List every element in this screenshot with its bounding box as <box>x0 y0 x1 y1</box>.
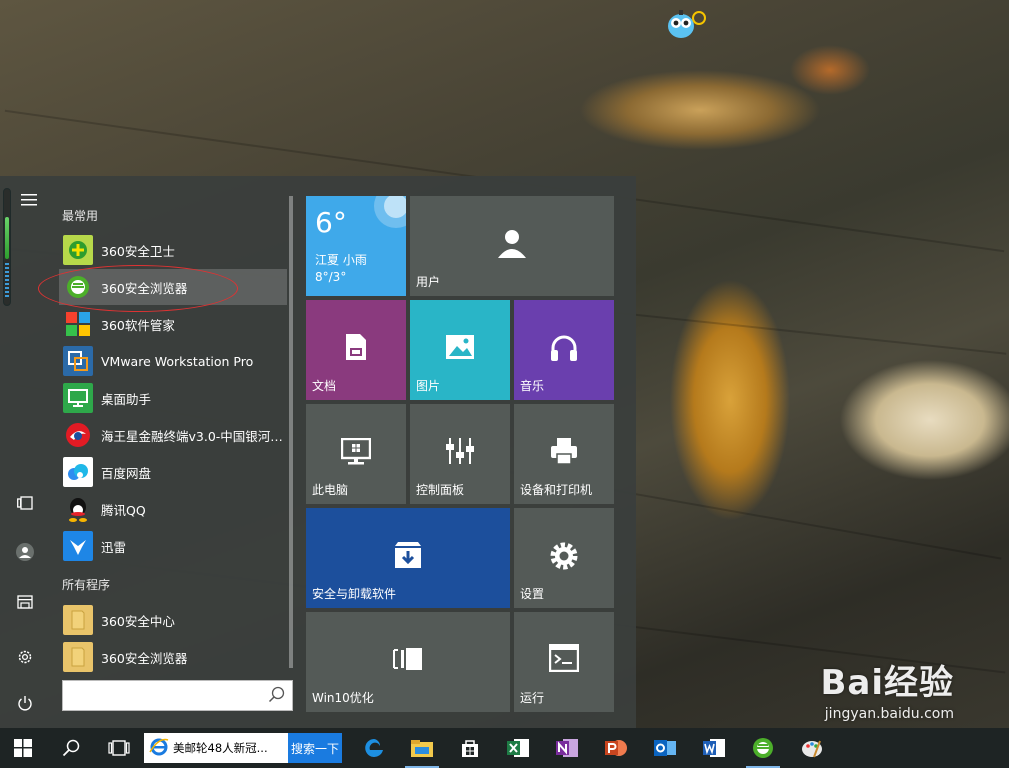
app-xunlei[interactable]: 迅雷 <box>59 528 287 564</box>
tile-pictures[interactable]: 图片 <box>410 300 510 400</box>
settings-gear-icon[interactable] <box>0 637 50 677</box>
start-search-input[interactable] <box>69 685 259 707</box>
weather-temp: 6° <box>315 206 347 239</box>
store-icon[interactable] <box>447 728 493 768</box>
sliders-icon <box>410 436 510 466</box>
file-explorer-icon[interactable] <box>0 582 50 622</box>
windows-logo-icon <box>14 739 32 757</box>
search-icon[interactable] <box>268 686 286 707</box>
folder-icon <box>63 642 93 672</box>
app-vmware-workstation[interactable]: VMware Workstation Pro <box>59 343 287 379</box>
picture-icon <box>410 334 510 360</box>
document-icon <box>306 332 406 362</box>
baidu-jingyan-watermark: Bai经验 jingyan.baidu.com <box>820 655 954 722</box>
power-icon[interactable] <box>0 683 50 723</box>
tile-win10-optimize[interactable]: Win10优化 <box>306 612 510 712</box>
start-menu: 最常用 360安全卫士 360安全浏览器 360软件管家 VMware Work… <box>0 176 636 728</box>
headphones-icon <box>514 334 614 362</box>
qq-icon <box>63 494 93 524</box>
taskbar: 美邮轮48人新冠... 搜索一下 <box>0 728 1009 768</box>
tile-control-panel[interactable]: 控制面板 <box>410 404 510 504</box>
tile-settings[interactable]: 设置 <box>514 508 614 608</box>
360-software-manager-icon <box>63 309 93 339</box>
taskbar-search-query[interactable]: 美邮轮48人新冠... <box>173 740 273 756</box>
excel-icon[interactable] <box>495 728 541 768</box>
360-safeguard-icon <box>63 235 93 265</box>
app-360-safeguard[interactable]: 360安全卫士 <box>59 232 287 268</box>
tile-this-pc[interactable]: 此电脑 <box>306 404 406 504</box>
vmware-icon <box>63 346 93 376</box>
word-icon[interactable] <box>691 728 737 768</box>
all-programs-heading: 所有程序 <box>62 578 111 592</box>
app-baidu-netdisk[interactable]: 百度网盘 <box>59 454 287 490</box>
ie-icon <box>149 737 169 760</box>
tile-devices-printers[interactable]: 设备和打印机 <box>514 404 614 504</box>
taskbar-browser-search[interactable]: 美邮轮48人新冠... 搜索一下 <box>144 733 342 763</box>
start-button[interactable] <box>0 728 46 768</box>
onenote-icon[interactable] <box>544 728 590 768</box>
tablet-mode-icon[interactable] <box>0 483 50 523</box>
program-360-security-center[interactable]: 360安全中心 <box>59 602 287 638</box>
highlight-annotation-ellipse <box>38 265 238 312</box>
program-360-browser-folder[interactable]: 360安全浏览器 <box>59 639 287 675</box>
tile-weather[interactable]: 6° 江夏 小雨 8°/3° <box>306 196 406 296</box>
most-used-heading: 最常用 <box>62 209 99 223</box>
computer-icon <box>306 438 406 466</box>
weather-condition: 小雨 <box>342 253 367 267</box>
app-tencent-qq[interactable]: 腾讯QQ <box>59 491 287 527</box>
desktop-mascot-icon <box>667 8 707 40</box>
tile-run[interactable]: 运行 <box>514 612 614 712</box>
app-list-scrollbar[interactable] <box>289 196 293 668</box>
task-view-icon[interactable] <box>96 728 142 768</box>
app-360-software-manager[interactable]: 360软件管家 <box>59 306 287 342</box>
desktop-assistant-icon <box>63 383 93 413</box>
tile-user[interactable]: 用户 <box>410 196 614 296</box>
360-browser-taskbar-icon[interactable] <box>740 728 786 768</box>
start-rail <box>0 176 50 728</box>
hamburger-menu-icon[interactable] <box>4 180 54 220</box>
xunlei-icon <box>63 531 93 561</box>
taskbar-search-button[interactable]: 搜索一下 <box>288 733 342 763</box>
tile-documents[interactable]: 文档 <box>306 300 406 400</box>
folder-icon <box>63 605 93 635</box>
start-search-box[interactable] <box>62 680 293 711</box>
weather-range: 8°/3° <box>315 270 347 284</box>
tile-uninstall-software[interactable]: 安全与卸载软件 <box>306 508 510 608</box>
user-icon <box>410 228 614 258</box>
watermark-url: jingyan.baidu.com <box>824 706 954 722</box>
app-list: 最常用 360安全卫士 360安全浏览器 360软件管家 VMware Work… <box>55 176 295 728</box>
powerpoint-icon[interactable] <box>593 728 639 768</box>
baidu-netdisk-icon <box>63 457 93 487</box>
taskbar-search-icon[interactable] <box>48 728 94 768</box>
user-avatar-icon[interactable] <box>0 532 50 572</box>
app-desktop-assistant[interactable]: 桌面助手 <box>59 380 287 416</box>
printer-icon <box>514 436 614 466</box>
outlook-icon[interactable] <box>642 728 688 768</box>
watermark-logo: Bai经验 <box>820 663 954 703</box>
weather-place: 江夏 <box>315 253 340 267</box>
tablet-mode-tile-icon <box>306 646 510 672</box>
neptune-finance-icon <box>63 420 93 450</box>
run-icon <box>514 644 614 672</box>
gear-icon <box>514 540 614 572</box>
file-explorer-taskbar-icon[interactable] <box>399 728 445 768</box>
edge-browser-icon[interactable] <box>351 728 397 768</box>
download-box-icon <box>306 540 510 570</box>
app-neptune-finance[interactable]: 海王星金融终端v3.0-中国银河证... <box>59 417 287 453</box>
paint-icon[interactable] <box>789 728 835 768</box>
tile-music[interactable]: 音乐 <box>514 300 614 400</box>
